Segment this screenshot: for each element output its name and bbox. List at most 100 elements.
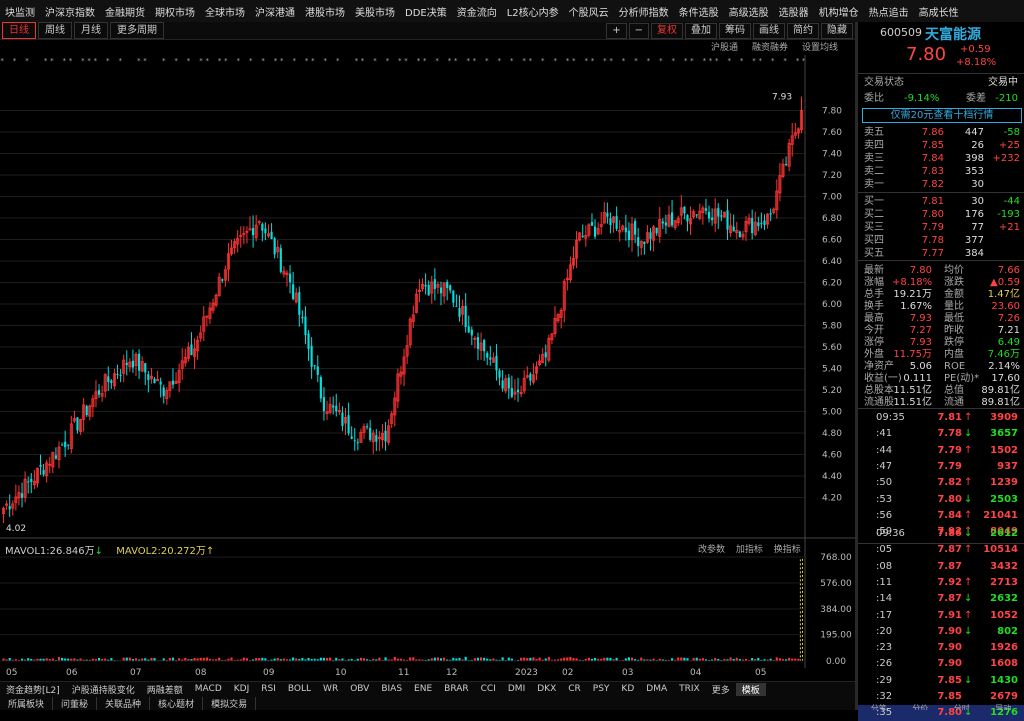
tick-row[interactable]: :447.79↑1502 <box>858 443 1024 459</box>
stock-name[interactable]: 天富能源 <box>925 24 981 44</box>
volume-axis: 768.00576.00384.00195.000.00 <box>0 553 852 667</box>
kline-chart[interactable]: 7.807.607.407.207.006.806.606.406.206.00… <box>0 39 855 668</box>
ask-row[interactable]: 卖五7.86447-58 <box>858 126 1024 139</box>
simple-button[interactable]: 简约 <box>787 23 819 39</box>
hide-button[interactable]: 隐藏 <box>821 23 853 39</box>
top-menu-item[interactable]: 选股器 <box>774 4 814 19</box>
ask-row[interactable]: 卖三7.84398+232 <box>858 152 1024 165</box>
tick-row[interactable]: :507.82↑1239 <box>858 475 1024 491</box>
indicator-tab[interactable]: 两融差额 <box>141 683 189 696</box>
chips-button[interactable]: 筹码 <box>719 23 751 39</box>
top-menu-item[interactable]: 个股风云 <box>564 4 614 19</box>
zoom-out-button[interactable]: − <box>629 23 649 39</box>
bid-row[interactable]: 买一7.8130-44 <box>858 195 1024 208</box>
tick-row[interactable]: :537.80↓2503 <box>858 492 1024 508</box>
tab-more-periods[interactable]: 更多周期 <box>110 22 164 39</box>
tick-row[interactable]: :177.91↑1052 <box>858 608 1024 624</box>
tick-row[interactable]: :417.78↓3657 <box>858 426 1024 442</box>
top-menu-item[interactable]: 港股市场 <box>300 4 350 19</box>
top-menu-item[interactable]: 分析师指数 <box>614 4 674 19</box>
top-menu-item[interactable]: 期权市场 <box>150 4 200 19</box>
tab-daily[interactable]: 日线 <box>2 22 36 39</box>
indicator-tab[interactable]: MACD <box>189 684 228 694</box>
tick-row[interactable]: :117.92↑2713 <box>858 575 1024 591</box>
bid-row[interactable]: 买二7.80176-193 <box>858 208 1024 221</box>
indicator-tab[interactable]: TRIX <box>673 684 706 694</box>
mavol1-label: MAVOL1:26.846万 <box>5 546 95 557</box>
tick-row[interactable]: :267.901608 <box>858 656 1024 672</box>
bottom-tab[interactable]: 核心题材 <box>150 697 203 710</box>
tick-row[interactable]: 09:357.81↑3909 <box>858 410 1024 426</box>
indicator-tab[interactable]: KDJ <box>228 684 256 694</box>
indicator-tab[interactable]: 更多 <box>706 683 736 696</box>
bid-row[interactable]: 买三7.7977+21 <box>858 221 1024 234</box>
bid-row[interactable]: 买四7.78377 <box>858 234 1024 247</box>
bid-row[interactable]: 买五7.77384 <box>858 247 1024 260</box>
indicator-tab[interactable]: DMA <box>640 684 673 694</box>
indicator-tab[interactable]: DMI <box>502 684 531 694</box>
level2-promo-link[interactable]: 仅需20元查看十档行情 <box>862 108 1022 123</box>
tick-row[interactable]: :477.79937 <box>858 459 1024 475</box>
top-menu-item[interactable]: 块监测 <box>0 4 40 19</box>
indicator-tab[interactable]: CR <box>562 684 587 694</box>
draw-line-button[interactable]: 画线 <box>753 23 785 39</box>
add-indicator-button[interactable]: 加指标 <box>736 545 763 555</box>
tab-monthly[interactable]: 月线 <box>74 22 108 39</box>
indicator-tab[interactable]: 沪股通持股变化 <box>66 683 141 696</box>
tick-row[interactable]: :237.901926 <box>858 640 1024 656</box>
change-indicator-button[interactable]: 换指标 <box>774 545 801 555</box>
indicator-tab[interactable]: PSY <box>587 684 616 694</box>
tick-row[interactable]: :087.873432 <box>858 559 1024 575</box>
bottom-tab[interactable]: 所属板块 <box>0 697 53 710</box>
top-menu-item[interactable]: 高级选股 <box>724 4 774 19</box>
volume-bar <box>730 657 732 661</box>
price-tick-label: 4.40 <box>822 472 842 482</box>
ask-row[interactable]: 卖二7.83353 <box>858 165 1024 178</box>
bottom-tab[interactable]: 关联品种 <box>97 697 150 710</box>
tick-row[interactable]: 09:367.86↓2612 <box>858 526 1024 542</box>
top-menu-item[interactable]: 金融期货 <box>100 4 150 19</box>
level-volume: 26 <box>944 139 984 152</box>
indicator-tab[interactable]: 资金趋势[L2] <box>0 683 66 696</box>
top-menu-item[interactable]: 沪深港通 <box>250 4 300 19</box>
top-menu-item[interactable]: L2核心内参 <box>502 4 564 19</box>
right-tab[interactable]: 分笔 <box>858 703 900 710</box>
indicator-tab[interactable]: KD <box>615 684 640 694</box>
top-menu-item[interactable]: 条件选股 <box>674 4 724 19</box>
bottom-tab[interactable]: 模拟交易 <box>203 697 256 710</box>
adjust-button[interactable]: 复权 <box>651 23 683 39</box>
indicator-tab[interactable]: BRAR <box>438 684 474 694</box>
indicator-tab[interactable]: OBV <box>344 684 375 694</box>
right-tab[interactable]: 分时 <box>941 703 983 710</box>
top-menu-item[interactable]: 沪深京指数 <box>40 4 100 19</box>
tick-row[interactable]: :297.85↓1430 <box>858 673 1024 689</box>
indicator-tab[interactable]: DKX <box>531 684 562 694</box>
tick-row[interactable]: :207.90↓802 <box>858 624 1024 640</box>
indicator-tab[interactable]: CCI <box>475 684 502 694</box>
top-menu-item[interactable]: 全球市场 <box>200 4 250 19</box>
indicator-tab[interactable]: RSI <box>255 684 282 694</box>
indicator-tab[interactable]: ENE <box>408 684 438 694</box>
top-menu-item[interactable]: 资金流向 <box>452 4 502 19</box>
tick-row[interactable]: :147.87↓2632 <box>858 591 1024 607</box>
ask-row[interactable]: 卖四7.8526+25 <box>858 139 1024 152</box>
top-menu-item[interactable]: 美股市场 <box>350 4 400 19</box>
top-menu-item[interactable]: 热点追击 <box>864 4 914 19</box>
tab-weekly[interactable]: 周线 <box>38 22 72 39</box>
indicator-tab[interactable]: 模板 <box>736 683 766 696</box>
edit-params-button[interactable]: 改参数 <box>698 545 725 555</box>
top-menu-item[interactable]: 高成长性 <box>914 4 964 19</box>
tick-row[interactable]: :567.84↑21041 <box>858 508 1024 524</box>
indicator-tab[interactable]: BIAS <box>375 684 408 694</box>
top-menu-item[interactable]: 机构增仓 <box>814 4 864 19</box>
top-menu-item[interactable]: DDE决策 <box>400 4 452 19</box>
ask-row[interactable]: 卖一7.8230 <box>858 178 1024 191</box>
overlay-button[interactable]: 叠加 <box>685 23 717 39</box>
zoom-in-button[interactable]: + <box>606 23 626 39</box>
tick-row[interactable]: :057.87↑10514 <box>858 542 1024 558</box>
indicator-tab[interactable]: WR <box>317 684 344 694</box>
bottom-tab[interactable]: 问董秘 <box>53 697 97 710</box>
indicator-tab[interactable]: BOLL <box>282 684 317 694</box>
right-tab[interactable]: 异动 <box>983 703 1024 710</box>
right-tab[interactable]: 分价 <box>900 703 942 710</box>
